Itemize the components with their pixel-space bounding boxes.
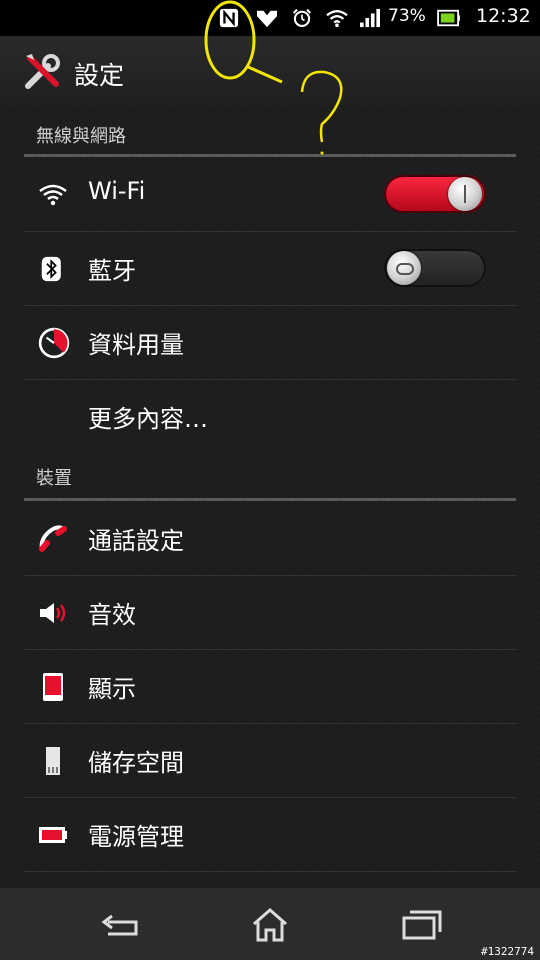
settings-item-sound[interactable]: 音效: [0, 575, 540, 648]
wifi-icon: [326, 10, 348, 28]
wifi-toggle[interactable]: [384, 175, 486, 213]
settings-item-display[interactable]: 顯示: [0, 649, 540, 722]
phone-icon: [39, 525, 67, 552]
settings-item-wifi[interactable]: Wi-Fi: [0, 157, 540, 230]
battery-icon: [437, 9, 460, 27]
speaker-icon: [40, 603, 66, 623]
display-icon: [43, 673, 63, 701]
tools-icon[interactable]: [22, 52, 62, 92]
settings-item-data-usage[interactable]: 資料用量: [0, 305, 540, 378]
page-title: 設定: [74, 61, 125, 90]
settings-item-label: 儲存空間: [88, 749, 184, 777]
toggle-knob: [448, 177, 482, 211]
bluetooth-toggle[interactable]: [384, 249, 486, 287]
signal-icon: [360, 8, 380, 28]
back-icon[interactable]: [90, 902, 150, 946]
row-divider: [24, 871, 516, 872]
settings-item-storage[interactable]: 儲存空間: [0, 723, 540, 796]
action-bar: 設定: [0, 36, 540, 109]
settings-item-label: 資料用量: [88, 331, 184, 359]
section-header-device: 裝置: [36, 468, 72, 489]
section-header-wireless: 無線與網路: [36, 126, 126, 147]
status-time: 12:32: [476, 5, 531, 27]
wifi-icon: [39, 184, 67, 206]
battery-percent: 73%: [388, 6, 426, 26]
watermark: #1322774: [481, 945, 534, 958]
settings-item-label: 音效: [88, 601, 136, 629]
settings-item-label: Wi-Fi: [88, 177, 146, 205]
bluetooth-icon: [41, 256, 61, 282]
sd-card-icon: [46, 747, 60, 775]
recent-apps-icon[interactable]: [390, 902, 450, 946]
settings-item-label: 更多內容…: [88, 405, 208, 433]
battery-power-icon: [39, 827, 67, 843]
toggle-knob: [387, 251, 421, 285]
settings-item-call[interactable]: 通話設定: [0, 501, 540, 574]
nfc-icon: [219, 8, 239, 28]
settings-item-label: 顯示: [88, 675, 136, 703]
settings-item-label: 電源管理: [88, 823, 184, 851]
shield-icon: [257, 10, 277, 28]
navigation-bar: #1322774: [0, 888, 540, 960]
settings-list: 無線與網路 Wi-Fi 藍牙 資料用量 更多內容… 裝置 通話設定 音效 顯示 …: [0, 108, 540, 888]
status-bar: 73% 12:32: [0, 0, 540, 36]
settings-item-label: 通話設定: [88, 527, 184, 555]
settings-item-label: 藍牙: [88, 257, 136, 285]
settings-item-bluetooth[interactable]: 藍牙: [0, 231, 540, 304]
settings-item-power[interactable]: 電源管理: [0, 797, 540, 870]
settings-item-more[interactable]: 更多內容…: [0, 379, 540, 452]
data-usage-icon: [38, 327, 70, 359]
alarm-icon: [292, 8, 312, 27]
home-icon[interactable]: [240, 902, 300, 946]
